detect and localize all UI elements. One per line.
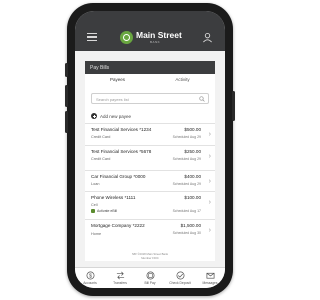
logo-mark-icon [120, 30, 133, 44]
payee-name: Car Financial Group *0000 [91, 174, 146, 179]
payee-row[interactable]: Phone Wireless *1111 Cell Activate eBill… [85, 191, 215, 219]
volume-up-button [65, 85, 68, 107]
payee-name: Phone Wireless *1111 [91, 195, 136, 200]
scheduled-date: Scheduled Aug 29 [172, 181, 201, 186]
payee-type: Loan [91, 181, 100, 186]
nav-bill-pay-label: Bill Pay [144, 281, 156, 285]
nav-messages[interactable]: Messages [195, 271, 225, 285]
chevron-right-icon: › [208, 178, 211, 185]
payee-name: Test Financial Services *1234 [91, 127, 152, 132]
scheduled-date: Scheduled Aug 30 [172, 230, 201, 235]
nav-accounts-label: Accounts [83, 281, 97, 285]
scheduled-date: Scheduled Aug 29 [172, 134, 201, 139]
camera-check-icon [176, 271, 184, 280]
payment-amount: $250.00 [184, 149, 201, 154]
tab-activity[interactable]: Activity [150, 74, 215, 85]
payment-amount: $400.00 [184, 174, 201, 179]
tab-bar: Payees Activity [85, 74, 215, 86]
nav-transfers[interactable]: Transfers [105, 271, 135, 285]
power-button [232, 91, 235, 121]
add-payee-label: Add new payee [100, 113, 132, 119]
payee-type: Cell [91, 202, 98, 207]
app-header: Main Street BANK [75, 11, 225, 51]
search-placeholder: Search payees list [96, 96, 129, 102]
chevron-right-icon: › [208, 153, 211, 160]
phone-frame: Main Street BANK Pay Bills Payees Activi… [65, 3, 235, 296]
payee-name: Test Financial Services *5678 [91, 149, 152, 154]
ebill-icon [91, 209, 95, 213]
plus-circle-icon [91, 113, 97, 119]
activate-ebill-label: Activate eBill [97, 209, 118, 213]
payee-type: Credit Card [91, 156, 111, 161]
envelope-icon [206, 272, 214, 279]
payee-type: Credit Card [91, 134, 111, 139]
payee-name: Mortgage Company *2222 [91, 223, 145, 228]
page-title: Pay Bills [90, 64, 110, 71]
footer-text: NB! ©2018 Main Street Bank Member FDIC [95, 252, 205, 260]
search-input[interactable]: Search payees list [91, 93, 209, 104]
nav-messages-label: Messages [202, 281, 218, 285]
nav-accounts[interactable]: $ Accounts [75, 271, 105, 285]
scheduled-date: Scheduled Aug 17 [172, 209, 201, 213]
nav-check-deposit-label: Check Deposit [169, 281, 191, 285]
brand-sub: BANK [150, 39, 161, 44]
payee-row[interactable]: Test Financial Services *5678 Credit Car… [85, 145, 215, 166]
nav-check-deposit[interactable]: Check Deposit [165, 271, 195, 285]
svg-text:$: $ [89, 273, 92, 279]
scheduled-date: Scheduled Aug 29 [172, 156, 201, 161]
nav-transfers-label: Transfers [113, 281, 127, 285]
bottom-nav: $ Accounts Transfers Bill Pay Check Depo… [75, 267, 225, 288]
pay-bills-header: Pay Bills [85, 61, 215, 74]
brand-name: Main Street [136, 29, 182, 40]
bill-pay-icon [146, 271, 154, 280]
hamburger-menu-icon[interactable] [87, 33, 97, 42]
payee-row[interactable]: Car Financial Group *0000 Loan $400.00 S… [85, 170, 215, 191]
mute-switch [65, 63, 68, 77]
activate-ebill-link[interactable]: Activate eBill [91, 209, 117, 213]
payee-row[interactable]: Mortgage Company *2222 Home $1,500.00 Sc… [85, 219, 215, 242]
transfer-arrows-icon [116, 271, 124, 280]
screen: Main Street BANK Pay Bills Payees Activi… [75, 11, 225, 288]
footer-line-2: Member FDIC [141, 255, 159, 260]
chevron-right-icon: › [208, 199, 211, 206]
payee-type: Home [91, 232, 102, 236]
payment-amount: $100.00 [184, 195, 201, 200]
payment-amount: $1,500.00 [180, 223, 201, 228]
payees-panel: Search payees list Add new payee Test Fi… [85, 85, 215, 261]
volume-down-button [65, 111, 68, 133]
nav-bill-pay[interactable]: Bill Pay [135, 271, 165, 285]
user-profile-icon[interactable] [202, 32, 213, 43]
bank-logo: Main Street BANK [120, 28, 182, 46]
payee-row[interactable]: Test Financial Services *1234 Credit Car… [85, 123, 215, 144]
chevron-right-icon: › [208, 131, 211, 138]
chevron-right-icon: › [208, 227, 211, 234]
add-payee-button[interactable]: Add new payee [91, 112, 131, 120]
dollar-circle-icon: $ [86, 271, 94, 279]
payment-amount: $500.00 [184, 127, 201, 132]
search-icon [199, 96, 205, 102]
